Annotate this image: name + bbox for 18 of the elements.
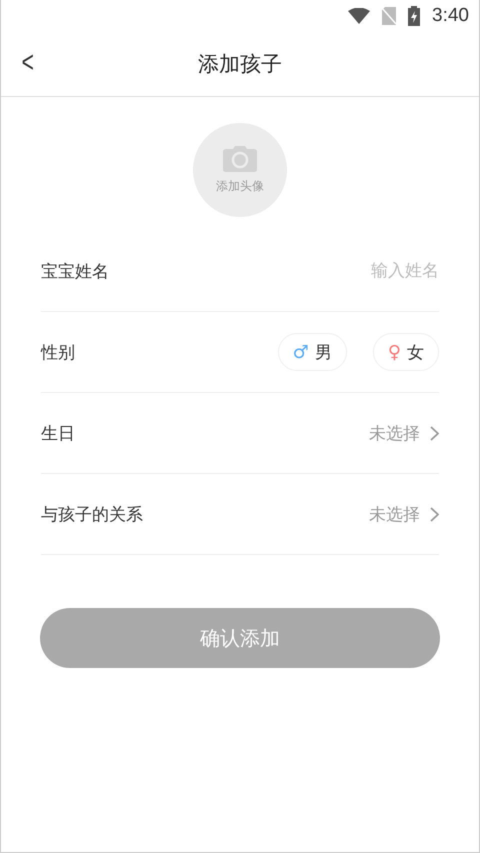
select-value[interactable]: 未选择 [369, 422, 420, 444]
chevron-right-icon [430, 426, 439, 440]
field-label: 与孩子的关系 [41, 504, 144, 526]
field-label: 性别 [41, 342, 76, 364]
camera-icon [223, 146, 257, 172]
chevron-right-icon [430, 506, 439, 522]
status-time: 3:40 [432, 5, 469, 27]
page-title: 添加孩子 [198, 51, 282, 78]
field-label: 宝宝姓名 [41, 260, 110, 282]
avatar-upload[interactable]: 添加头像 [193, 123, 287, 217]
gender-option[interactable]: ♀ 女 [372, 333, 439, 371]
field-label: 生日 [41, 422, 76, 444]
battery-charging-icon [408, 6, 420, 26]
back-button[interactable]: < [17, 46, 38, 80]
no-sim-icon [382, 7, 396, 25]
gender-option[interactable]: ♂ 男 [278, 333, 347, 371]
select-value[interactable]: 未选择 [369, 502, 420, 526]
wifi-icon [348, 8, 370, 24]
